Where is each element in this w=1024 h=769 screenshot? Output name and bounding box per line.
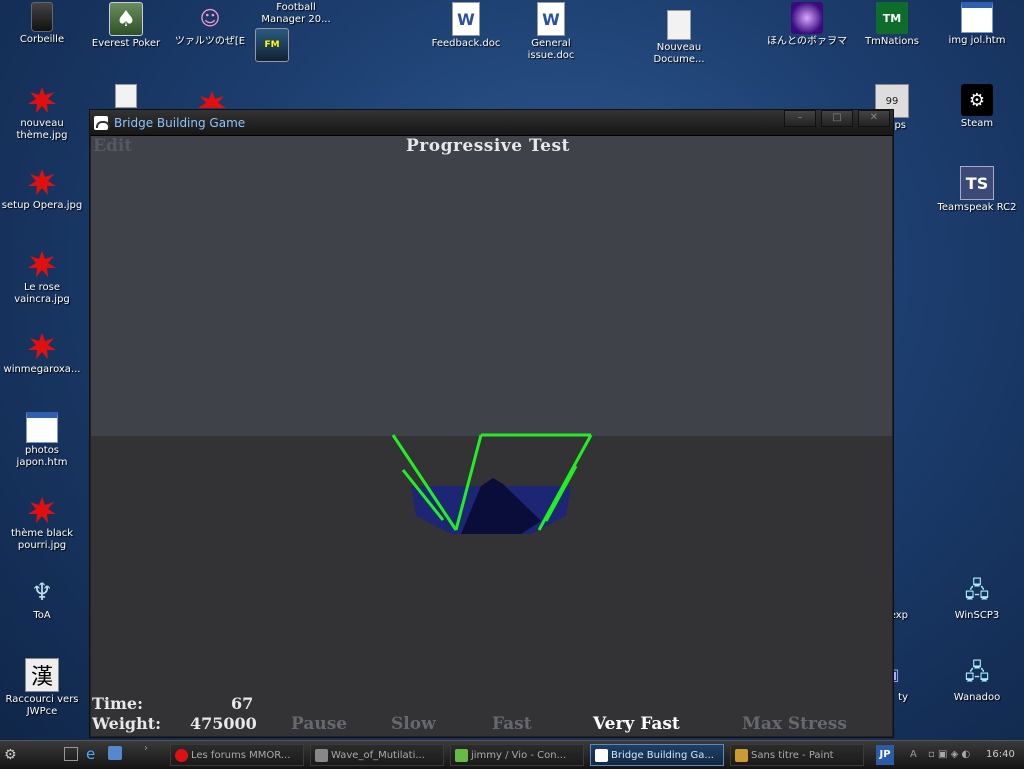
character-icon: ☺	[199, 6, 221, 30]
edit-menu[interactable]: Edit	[93, 136, 132, 156]
notepad-icon	[115, 84, 137, 108]
teamspeak-icon: TS	[960, 166, 994, 200]
trash-icon	[31, 2, 53, 32]
bridge-app-icon	[595, 749, 608, 762]
html-icon	[961, 2, 993, 33]
messenger-icon	[455, 749, 468, 762]
desktop-icon-character[interactable]: ☺ ツァルツのぜ[E	[168, 2, 252, 48]
taskbar-item-label: Wave_of_Mutilati...	[331, 750, 425, 761]
taskbar-item-bridge[interactable]: Bridge Building Ga...	[590, 744, 724, 766]
speed-fast-button[interactable]: Fast	[492, 714, 532, 734]
toa-icon: ♆	[31, 578, 53, 606]
splat-icon	[26, 330, 58, 362]
taskbar-item-label: jimmy / Vio - Con...	[471, 750, 567, 761]
browser-icon[interactable]: e	[86, 745, 95, 763]
desktop-icon-football-manager[interactable]: FM Football Manager 20...	[254, 2, 338, 62]
spade-icon: ♠	[109, 2, 143, 36]
maximize-button[interactable]: □	[821, 110, 853, 127]
clock: 16:40	[986, 749, 1015, 760]
desktop-icon-winscp[interactable]: 🖧 WinSCP3	[935, 576, 1019, 622]
desktop-icon-toa[interactable]: ♆ ToA	[0, 576, 84, 622]
show-desktop-icon[interactable]	[64, 747, 78, 761]
taskbar-item-wave[interactable]: Wave_of_Mutilati...	[310, 744, 444, 766]
window-titlebar[interactable]: Bridge Building Game – □ ✕	[90, 110, 893, 136]
network-icon: 🖧	[964, 660, 990, 685]
weight-value: 475000	[190, 714, 257, 733]
desktop-icon-photos-japon[interactable]: photos japon.htm	[0, 412, 84, 469]
desktop-icon-teamspeak[interactable]: TS Teamspeak RC2	[935, 166, 1019, 214]
desktop-icon-tmnations[interactable]: TM TmNations	[850, 2, 934, 48]
media-icon	[315, 749, 328, 762]
taskbar: ⚙ e › Les forums MMOR... Wave_of_Mutilat…	[0, 740, 1024, 769]
language-indicator[interactable]: JP	[876, 745, 894, 765]
tm-icon: TM	[876, 2, 908, 34]
close-button[interactable]: ✕	[858, 110, 890, 127]
desktop-icon-nouveau-document[interactable]: Nouveau Docume...	[637, 10, 721, 66]
word-doc-icon: W	[537, 2, 565, 36]
desktop-icon-le-rose[interactable]: Le rose vaincra.jpg	[0, 248, 84, 306]
speed-max-stress-button[interactable]: Max Stress	[742, 714, 847, 734]
level-title: Progressive Test	[406, 136, 570, 156]
desktop-icon-theme-black[interactable]: thème black pourri.jpg	[0, 494, 84, 552]
bridge-app-icon	[94, 115, 110, 130]
taskbar-item-label: Bridge Building Ga...	[611, 750, 714, 761]
splat-icon	[26, 494, 58, 526]
window-title: Bridge Building Game	[114, 115, 246, 130]
messenger-quick-icon[interactable]	[108, 746, 122, 760]
desktop-icon-steam[interactable]: ⚙ Steam	[935, 84, 1019, 130]
steam-icon: ⚙	[961, 84, 993, 116]
splat-icon	[26, 84, 58, 116]
desktop-icon-wanadoo[interactable]: 🖧 Wanadoo	[935, 658, 1019, 704]
weight-label: Weight:	[92, 714, 162, 733]
time-label: Time:	[92, 694, 143, 713]
desktop-icon-nouveau-theme[interactable]: nouveau thème.jpg	[0, 84, 84, 142]
purple-fx-icon	[791, 2, 823, 34]
time-value: 67	[231, 694, 254, 713]
bridge-scene	[391, 433, 593, 534]
taskbar-item-label: Sans titre - Paint	[751, 750, 834, 761]
desktop-icon-winmegaroxa[interactable]: winmegaroxa...	[0, 330, 84, 376]
desktop-icon-everest-poker[interactable]: ♠ Everest Poker	[84, 2, 168, 50]
chevron-right-icon[interactable]: ›	[144, 743, 148, 754]
taskbar-item-paint[interactable]: Sans titre - Paint	[730, 744, 864, 766]
html-icon	[26, 412, 58, 443]
notepad-icon	[667, 10, 691, 40]
desktop-icon-img-jol[interactable]: img jol.htm	[935, 2, 1019, 47]
opera-icon	[175, 749, 188, 762]
kanji-icon: 漢	[25, 658, 59, 692]
bridge-game-window: Bridge Building Game – □ ✕ Edit Progress…	[89, 109, 894, 738]
speed-slow-button[interactable]: Slow	[391, 714, 436, 734]
desktop-icon-corbeille[interactable]: Corbeille	[0, 2, 84, 46]
desktop-icon-setup-opera[interactable]: setup Opera.jpg	[0, 166, 84, 212]
minimize-button[interactable]: –	[784, 110, 816, 127]
desktop-icon-jwpce[interactable]: 漢 Raccourci vers JWPce	[0, 658, 84, 718]
speed-pause-button[interactable]: Pause	[291, 714, 347, 734]
speed-very-fast-button[interactable]: Very Fast	[593, 714, 680, 734]
taskbar-item-jimmy[interactable]: jimmy / Vio - Con...	[450, 744, 584, 766]
desktop-icon-feedback-doc[interactable]: W Feedback.doc	[424, 2, 508, 50]
desktop-icon-general-issue-doc[interactable]: W General issue.doc	[509, 2, 593, 62]
start-button[interactable]: ⚙	[4, 744, 44, 766]
tray-icons[interactable]: ▫ ▣ ◈ ◐	[928, 741, 970, 769]
desktop-icon-fx[interactable]: ほんとのボァヲマ	[765, 2, 849, 48]
splat-icon	[26, 166, 58, 198]
desktop-icon-hidden-file[interactable]	[106, 84, 146, 110]
word-doc-icon: W	[452, 2, 480, 36]
taskbar-item-label: Les forums MMOR...	[191, 750, 291, 761]
paint-icon	[735, 749, 748, 762]
network-icon: 🖧	[964, 578, 990, 603]
game-canvas[interactable]: Edit Progressive Test Time: 67 Weight: 4…	[91, 136, 892, 736]
input-method-icon[interactable]: A	[910, 741, 917, 769]
splat-icon	[26, 248, 58, 280]
taskbar-item-forums[interactable]: Les forums MMOR...	[170, 744, 304, 766]
game-icon: FM	[255, 28, 289, 62]
